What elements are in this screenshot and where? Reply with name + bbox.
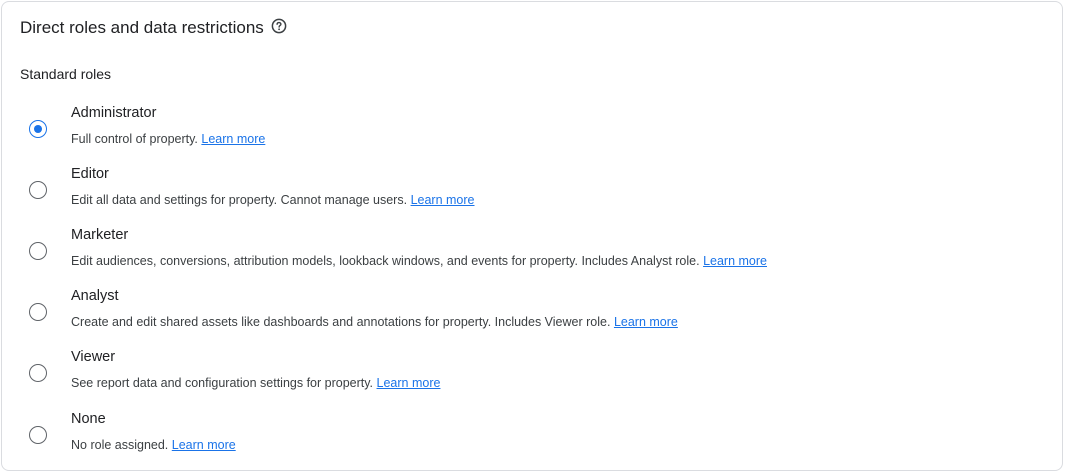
- role-description-text: Create and edit shared assets like dashb…: [71, 315, 611, 329]
- role-option-editor[interactable]: Editor Edit all data and settings for pr…: [2, 166, 1062, 227]
- role-name: Analyst: [71, 288, 119, 304]
- role-name: Editor: [71, 166, 109, 182]
- radio-viewer[interactable]: [29, 364, 47, 382]
- role-option-viewer[interactable]: Viewer See report data and configuration…: [2, 349, 1062, 410]
- role-name: Administrator: [71, 105, 157, 121]
- radio-editor[interactable]: [29, 181, 47, 199]
- learn-more-link[interactable]: Learn more: [377, 376, 441, 390]
- learn-more-link[interactable]: Learn more: [172, 438, 236, 452]
- role-option-marketer[interactable]: Marketer Edit audiences, conversions, at…: [2, 227, 1062, 288]
- role-description: See report data and configuration settin…: [71, 376, 440, 390]
- learn-more-link[interactable]: Learn more: [201, 132, 265, 146]
- direct-roles-card: Direct roles and data restrictions Stand…: [1, 1, 1063, 471]
- role-option-none[interactable]: None No role assigned. Learn more: [2, 411, 1062, 472]
- role-name: None: [71, 411, 106, 427]
- role-name: Viewer: [71, 349, 116, 365]
- card-title: Direct roles and data restrictions: [20, 18, 264, 37]
- help-circle-icon[interactable]: [271, 18, 287, 34]
- role-description-text: Edit all data and settings for property.…: [71, 193, 408, 207]
- standard-roles-label: Standard roles: [20, 66, 112, 82]
- role-description-text: See report data and configuration settin…: [71, 376, 374, 390]
- learn-more-link[interactable]: Learn more: [411, 193, 475, 207]
- role-description: No role assigned. Learn more: [71, 438, 236, 452]
- radio-marketer[interactable]: [29, 242, 47, 260]
- radio-none[interactable]: [29, 426, 47, 444]
- role-description: Edit all data and settings for property.…: [71, 193, 475, 207]
- role-description-text: No role assigned.: [71, 438, 169, 452]
- learn-more-link[interactable]: Learn more: [703, 254, 767, 268]
- radio-selected-dot: [33, 124, 42, 133]
- role-option-administrator[interactable]: Administrator Full control of property. …: [2, 105, 1062, 166]
- role-description-text: Edit audiences, conversions, attribution…: [71, 254, 700, 268]
- card-title-row: Direct roles and data restrictions: [20, 18, 287, 38]
- learn-more-link[interactable]: Learn more: [614, 315, 678, 329]
- role-description: Edit audiences, conversions, attribution…: [71, 254, 767, 268]
- role-option-analyst[interactable]: Analyst Create and edit shared assets li…: [2, 288, 1062, 349]
- role-description-text: Full control of property.: [71, 132, 198, 146]
- radio-analyst[interactable]: [29, 303, 47, 321]
- role-description: Create and edit shared assets like dashb…: [71, 315, 678, 329]
- role-description: Full control of property. Learn more: [71, 132, 265, 146]
- role-name: Marketer: [71, 227, 129, 243]
- radio-administrator[interactable]: [29, 120, 47, 138]
